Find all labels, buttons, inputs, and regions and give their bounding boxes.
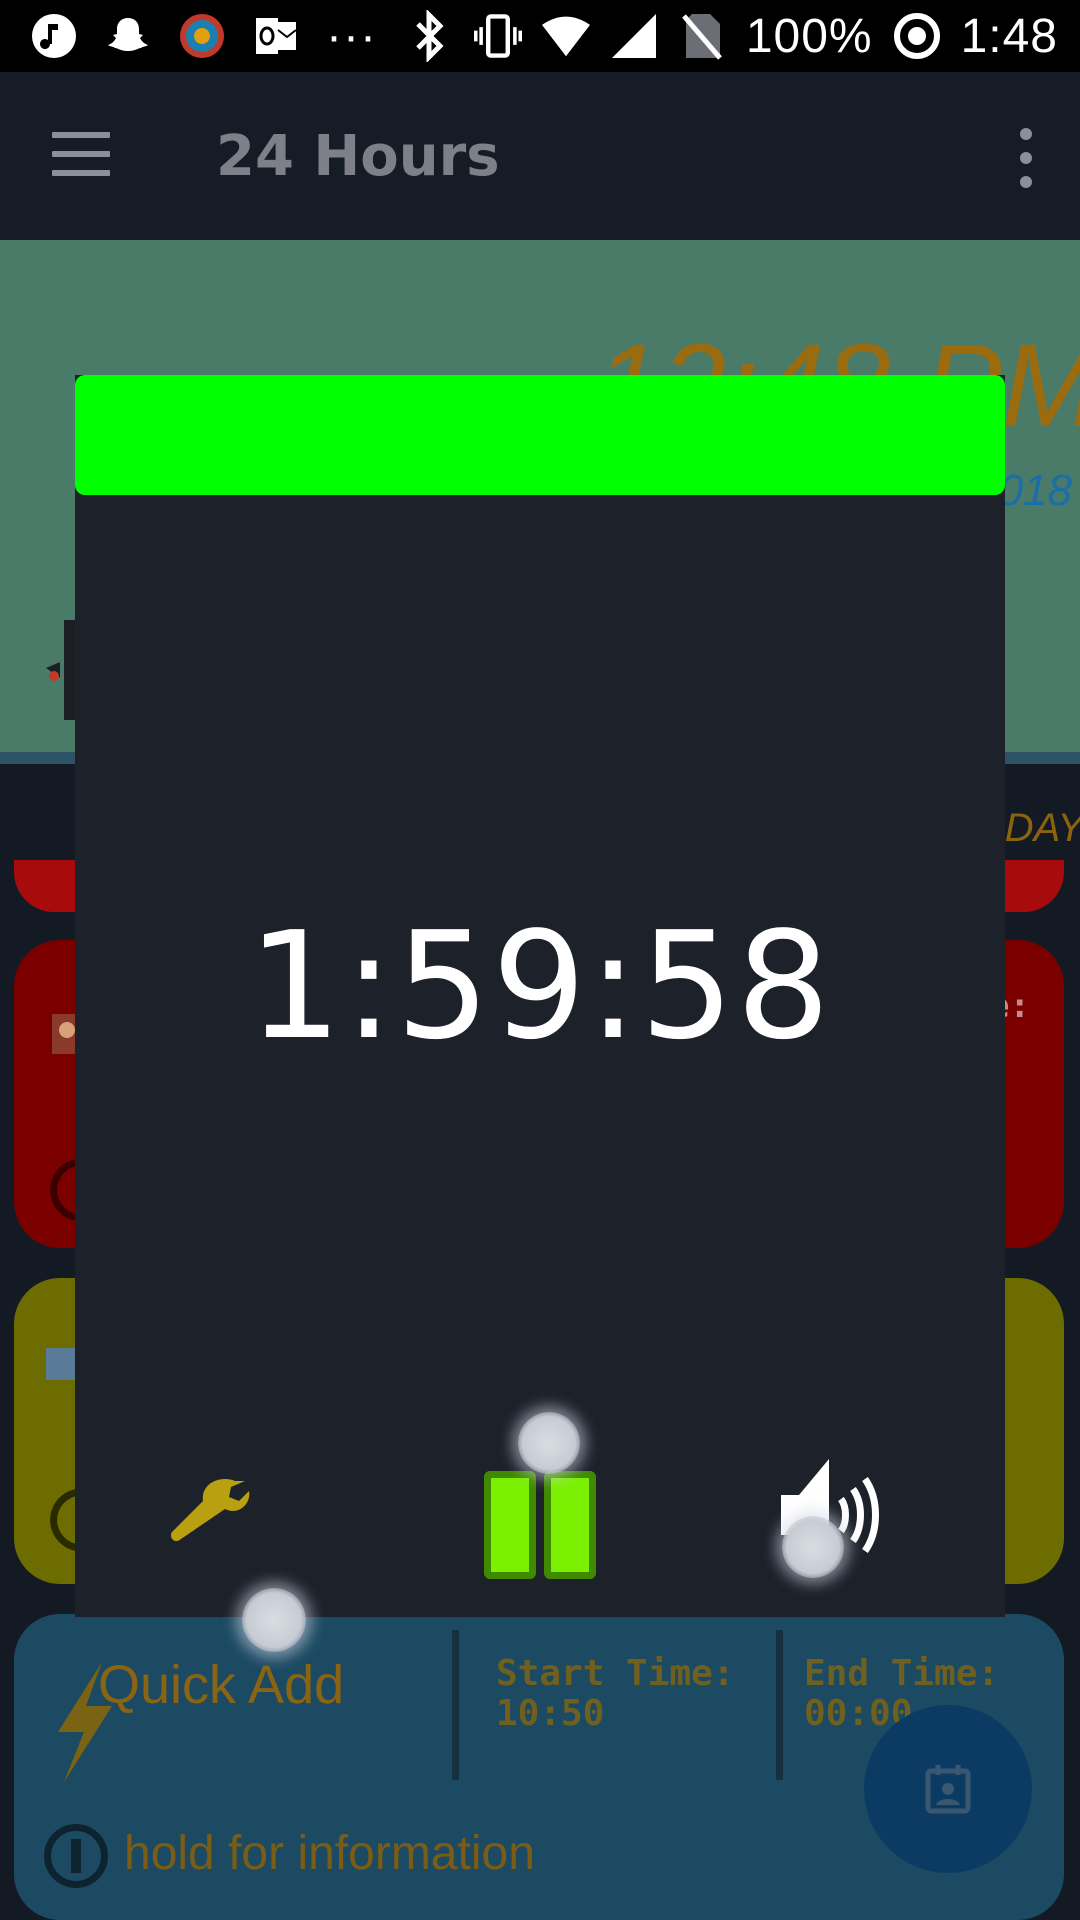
hamburger-menu-icon[interactable] [52,132,116,180]
snapchat-icon [104,12,152,60]
bluetooth-icon [406,10,454,62]
touch-indicator [518,1412,580,1474]
day-tab-label[interactable]: DAY [1005,806,1080,851]
divider [452,1630,459,1780]
status-clock: 1:48 [960,9,1058,63]
more-notifications: ··· [326,9,377,63]
timer-progress-bar [75,375,1005,495]
end-time-label: End Time: [804,1653,1000,1694]
pause-bar-icon [484,1471,536,1579]
system-icons: 100% 1:48 [406,9,1058,63]
banner-date: 018 [998,466,1072,515]
countdown-timer: 1:59:58 [247,900,833,1072]
signal-icon [610,12,658,60]
calendar-fab-button[interactable] [864,1705,1032,1873]
start-time-label: Start Time: [496,1653,735,1694]
info-icon[interactable] [44,1824,108,1888]
calendar-contact-icon [925,1765,971,1814]
notification-icons: ··· [30,10,377,63]
divider [776,1630,783,1780]
overflow-menu-icon[interactable] [1012,128,1040,188]
page-title: 24 Hours [216,124,500,189]
status-bar: ··· 100% 1:48 [0,0,1080,72]
quick-add-hint: hold for information [124,1827,535,1880]
hotspot-icon [893,12,941,60]
pause-button[interactable] [484,1471,596,1583]
vibrate-icon [473,12,522,60]
pause-bar-icon [544,1471,596,1579]
settings-button[interactable] [159,1471,251,1563]
no-sim-icon [678,12,726,60]
music-icon [30,12,78,60]
wifi-icon [541,12,590,60]
app-badge-icon [178,12,226,60]
wrench-icon [171,1479,250,1542]
start-time-value: 10:50 [496,1693,605,1734]
outlook-icon [252,12,300,60]
character-icon [46,620,76,720]
battery-percent: 100% [745,9,873,63]
start-time[interactable]: Start Time: 10:50 [496,1654,734,1734]
quick-add-title: Quick Add [98,1655,345,1715]
app-bar: 24 Hours [0,72,1080,240]
touch-indicator [242,1588,306,1652]
touch-indicator [782,1516,844,1578]
screen: ··· 100% 1:48 24 Hours 018 DAY e: Quick … [0,0,1080,1920]
